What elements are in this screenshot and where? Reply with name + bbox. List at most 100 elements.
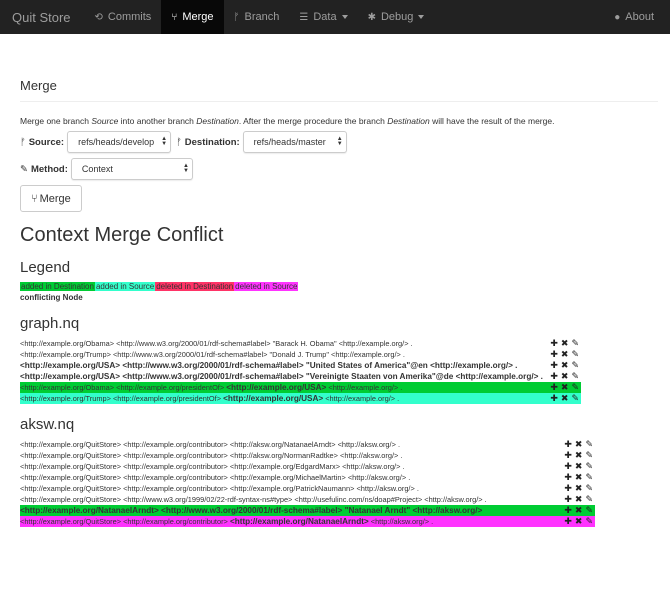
pencil-icon[interactable]: ✎ — [585, 516, 593, 527]
quad-row: <http://example.org/USA> <http://www.w3.… — [20, 371, 581, 382]
plus-icon[interactable]: ✚ — [550, 349, 558, 360]
remove-icon[interactable]: ✖ — [575, 516, 583, 527]
nav-merge[interactable]: ⑂ Merge — [161, 0, 224, 34]
plus-icon[interactable]: ✚ — [564, 461, 572, 472]
remove-icon[interactable]: ✖ — [561, 382, 569, 393]
pencil-icon[interactable]: ✎ — [571, 371, 579, 382]
graph-title: aksw.nq — [20, 416, 75, 433]
pencil-icon[interactable]: ✎ — [585, 450, 593, 461]
pencil-icon[interactable]: ✎ — [585, 439, 593, 450]
quad-row: <http://example.org/USA> <http://www.w3.… — [20, 360, 581, 371]
quad-text: <http://example.org/Obama> <http://www.w… — [20, 338, 413, 349]
caret-down-icon — [341, 15, 348, 19]
merge-button-label: Merge — [39, 192, 71, 205]
quad-actions: ✚ ✖ ✎ — [564, 461, 595, 472]
pencil-icon[interactable]: ✎ — [571, 349, 579, 360]
legend-conflicting-node: conflicting Node — [20, 293, 83, 302]
select-arrows-icon: ▲ ▼ — [336, 136, 343, 147]
plus-icon[interactable]: ✚ — [564, 450, 572, 461]
source-select[interactable]: refs/heads/develop ▲ ▼ — [67, 131, 172, 153]
quad-text: <http://example.org/QuitStore> <http://e… — [20, 450, 402, 461]
legend-title: Legend — [20, 259, 71, 276]
remove-icon[interactable]: ✖ — [561, 349, 569, 360]
pencil-icon[interactable]: ✎ — [585, 505, 593, 516]
quad-text: <http://example.org/NatanaelArndt> <http… — [20, 505, 482, 516]
nav-branch-label: Branch — [244, 11, 280, 23]
database-icon: ☰ — [299, 11, 309, 23]
pencil-icon[interactable]: ✎ — [571, 360, 579, 371]
quad-bold: <http://example.org/NatanaelArndt> — [229, 517, 369, 526]
quad-list: <http://example.org/Obama> <http://www.w… — [20, 338, 658, 404]
remove-icon[interactable]: ✖ — [575, 439, 583, 450]
method-select[interactable]: Context ▲ ▼ — [70, 158, 193, 180]
nav-branch[interactable]: ᚠ Branch — [224, 0, 290, 34]
plus-icon[interactable]: ✚ — [564, 472, 572, 483]
quad-pre: <http://example.org/QuitStore> <http://e… — [20, 473, 411, 482]
plus-icon[interactable]: ✚ — [550, 382, 558, 393]
select-arrows-icon: ▲ ▼ — [161, 136, 168, 147]
remove-icon[interactable]: ✖ — [561, 371, 569, 382]
brand-link[interactable]: Quit Store — [12, 10, 71, 25]
pencil-icon[interactable]: ✎ — [585, 472, 593, 483]
branch-icon: ᚠ — [233, 11, 240, 23]
nav-data-dropdown[interactable]: ☰ Data — [289, 0, 357, 34]
remove-icon[interactable]: ✖ — [575, 505, 583, 516]
quad-actions: ✚ ✖ ✎ — [550, 349, 581, 360]
remove-icon[interactable]: ✖ — [575, 461, 583, 472]
nav-debug-dropdown[interactable]: ✱ Debug — [358, 0, 435, 34]
history-icon: ⟲ — [94, 11, 103, 23]
page-title: Merge — [20, 78, 658, 102]
pencil-icon[interactable]: ✎ — [571, 338, 579, 349]
plus-icon[interactable]: ✚ — [564, 483, 572, 494]
intro-destination: Destination — [196, 116, 239, 126]
destination-select[interactable]: refs/heads/master ▲ ▼ — [242, 131, 347, 153]
destination-select-value: refs/heads/master — [253, 137, 326, 147]
quad-actions: ✚ ✖ ✎ — [564, 494, 595, 505]
plus-icon[interactable]: ✚ — [564, 516, 572, 527]
quad-bold: <http://example.org/NatanaelArndt> — [20, 506, 159, 515]
intro-text: Merge one branch Source into another bra… — [20, 116, 658, 126]
nav-commits-label: Commits — [107, 11, 152, 23]
branch-icon: ᚠ — [20, 136, 26, 148]
main-content: Merge Merge one branch Source into anoth… — [0, 78, 670, 527]
nav-data-label: Data — [313, 11, 337, 23]
remove-icon[interactable]: ✖ — [575, 494, 583, 505]
plus-icon[interactable]: ✚ — [550, 360, 558, 371]
remove-icon[interactable]: ✖ — [561, 338, 569, 349]
pencil-icon[interactable]: ✎ — [585, 483, 593, 494]
navbar: Quit Store ⟲ Commits ⑂ Merge ᚠ Branch ☰ Data… — [0, 0, 670, 34]
pencil-icon[interactable]: ✎ — [585, 461, 593, 472]
bug-icon: ✱ — [367, 11, 376, 23]
quad-bold: <http://example.org/USA> — [20, 372, 121, 381]
remove-icon[interactable]: ✖ — [575, 483, 583, 494]
merge-button[interactable]: ⑂ Merge — [20, 185, 82, 212]
pencil-icon[interactable]: ✎ — [571, 393, 579, 404]
quad-pre: <http://example.org/QuitStore> <http://e… — [20, 451, 403, 460]
remove-icon[interactable]: ✖ — [575, 450, 583, 461]
remove-icon[interactable]: ✖ — [575, 472, 583, 483]
quad-pre: <http://example.org/QuitStore> <http://e… — [20, 517, 230, 526]
quad-row: <http://example.org/QuitStore> <http://w… — [20, 494, 595, 505]
pencil-icon[interactable]: ✎ — [585, 494, 593, 505]
plus-icon[interactable]: ✚ — [550, 371, 558, 382]
plus-icon[interactable]: ✚ — [550, 338, 558, 349]
quad-actions: ✚ ✖ ✎ — [550, 382, 581, 393]
pencil-icon[interactable]: ✎ — [571, 382, 579, 393]
plus-icon[interactable]: ✚ — [550, 393, 558, 404]
remove-icon[interactable]: ✖ — [561, 393, 569, 404]
quad-pre: <http://example.org/QuitStore> <http://e… — [20, 440, 401, 449]
plus-icon[interactable]: ✚ — [564, 439, 572, 450]
branch-icon: ᚠ — [176, 136, 182, 148]
remove-icon[interactable]: ✖ — [561, 360, 569, 371]
plus-icon[interactable]: ✚ — [564, 505, 572, 516]
merge-icon: ⑂ — [171, 11, 178, 23]
quad-post: <http://example.org/> . — [323, 394, 400, 403]
legend: added in Destination added in Source delet… — [20, 281, 658, 303]
nav-commits[interactable]: ⟲ Commits — [85, 0, 162, 34]
quad-row: <http://example.org/Trump> <http://examp… — [20, 393, 581, 404]
nav-merge-label: Merge — [182, 11, 214, 23]
intro-source: Source — [91, 116, 119, 126]
plus-icon[interactable]: ✚ — [564, 494, 572, 505]
quad-pre: <http://example.org/Trump> <http://examp… — [20, 394, 224, 403]
nav-about[interactable]: ● About — [604, 0, 664, 34]
